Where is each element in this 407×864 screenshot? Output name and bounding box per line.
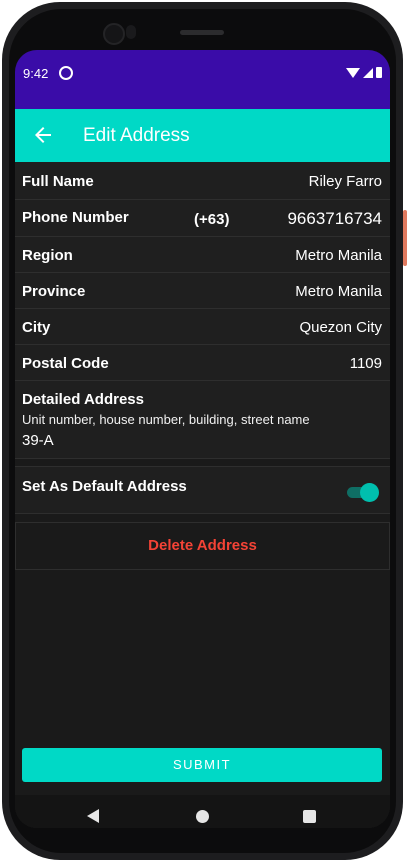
dnd-icon — [59, 66, 73, 80]
default-address-toggle[interactable] — [347, 483, 379, 502]
province-label: Province — [22, 283, 86, 300]
full-name-value[interactable]: Riley Farro — [309, 173, 382, 190]
province-value[interactable]: Metro Manila — [295, 283, 382, 300]
status-bar: 9:42 — [15, 50, 390, 109]
nav-recent-icon[interactable] — [303, 810, 316, 823]
default-address-label: Set As Default Address — [22, 478, 187, 495]
toggle-thumb — [360, 483, 379, 502]
screen: 9:42 Edit Address Full Name Riley Farro … — [15, 50, 390, 828]
region-label: Region — [22, 247, 73, 264]
detailed-address-hint: Unit number, house number, building, str… — [22, 412, 310, 427]
city-row[interactable]: City Quezon City — [15, 309, 390, 345]
region-row[interactable]: Region Metro Manila — [15, 237, 390, 273]
form-content: Full Name Riley Farro Phone Number (+63)… — [15, 162, 390, 828]
system-nav-bar — [15, 795, 390, 828]
wifi-icon — [346, 68, 360, 78]
region-value[interactable]: Metro Manila — [295, 247, 382, 264]
sensor-icon — [126, 25, 136, 39]
postal-code-value[interactable]: 1109 — [350, 355, 382, 372]
phone-row[interactable]: Phone Number (+63) 9663716734 — [15, 200, 390, 237]
status-time: 9:42 — [23, 66, 49, 81]
postal-code-row[interactable]: Postal Code 1109 — [15, 345, 390, 381]
power-button — [403, 210, 407, 266]
phone-frame: 9:42 Edit Address Full Name Riley Farro … — [0, 0, 407, 864]
detailed-address-row[interactable]: Detailed Address Unit number, house numb… — [15, 381, 390, 459]
status-icons — [346, 67, 382, 78]
page-title: Edit Address — [83, 125, 190, 146]
front-camera-icon — [103, 23, 125, 45]
phone-label: Phone Number — [22, 209, 129, 226]
speaker-grille — [180, 30, 224, 35]
full-name-label: Full Name — [22, 173, 94, 190]
signal-icon — [363, 68, 373, 78]
postal-code-label: Postal Code — [22, 355, 109, 372]
nav-home-icon[interactable] — [196, 810, 209, 823]
battery-icon — [376, 67, 382, 78]
arrow-left-icon[interactable] — [31, 123, 55, 147]
full-name-row[interactable]: Full Name Riley Farro — [15, 162, 390, 200]
app-bar: Edit Address — [15, 109, 390, 162]
default-address-row: Set As Default Address — [15, 466, 390, 514]
submit-button[interactable]: SUBMIT — [22, 748, 382, 782]
detailed-address-value[interactable]: 39-A — [22, 432, 54, 449]
delete-address-button[interactable]: Delete Address — [15, 522, 390, 570]
city-value[interactable]: Quezon City — [299, 319, 382, 336]
province-row[interactable]: Province Metro Manila — [15, 273, 390, 309]
phone-value[interactable]: 9663716734 — [287, 209, 382, 229]
detailed-address-label: Detailed Address — [22, 391, 144, 408]
city-label: City — [22, 319, 51, 336]
phone-country-code: (+63) — [194, 211, 230, 228]
nav-back-icon[interactable] — [87, 809, 99, 823]
